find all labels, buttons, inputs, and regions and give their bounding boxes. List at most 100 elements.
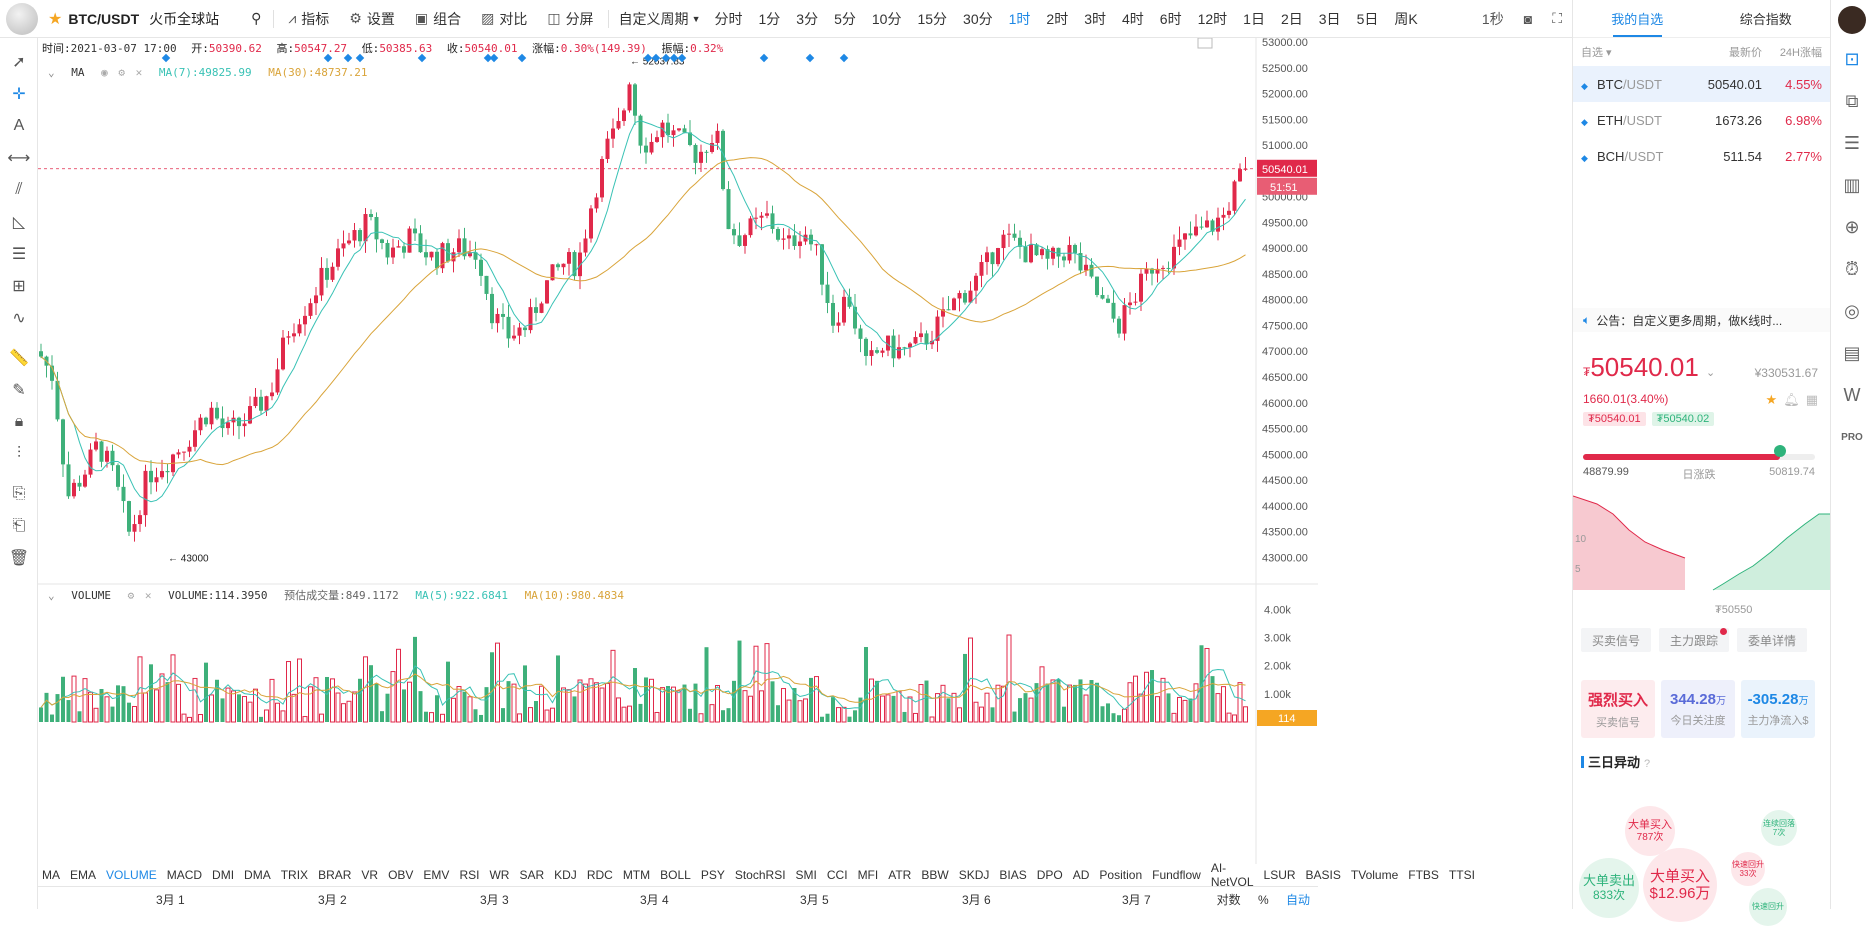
period-5[interactable]: 15分 xyxy=(909,9,955,29)
ruler-icon[interactable]: 📏 xyxy=(0,342,38,374)
indicator-tab-boll[interactable]: BOLL xyxy=(660,868,691,882)
close-icon[interactable]: ✕ xyxy=(145,589,152,602)
bookmark-icon[interactable]: ⎘ xyxy=(0,478,38,510)
indicator-tab-smi[interactable]: SMI xyxy=(796,868,817,882)
indicator-tab-kdj[interactable]: KDJ xyxy=(554,868,577,882)
indicator-tab-dmi[interactable]: DMI xyxy=(212,868,234,882)
indicator-tab-brar[interactable]: BRAR xyxy=(318,868,351,882)
split-screen-button[interactable]: ◫ 分屏 xyxy=(537,9,603,29)
indicator-tab-ttsi[interactable]: TTSI xyxy=(1449,868,1475,882)
anomaly-bubble[interactable]: 连续回落 7次 xyxy=(1761,810,1797,846)
search-icon[interactable]: ⚲ xyxy=(243,10,269,27)
calc-icon[interactable]: ▦ xyxy=(1806,392,1818,407)
trash-icon[interactable]: 🗑︎ xyxy=(0,542,38,574)
camera-icon[interactable]: ◙ xyxy=(1514,11,1542,27)
indicator-tab-rsi[interactable]: RSI xyxy=(459,868,479,882)
add-file-icon[interactable]: ⊕ xyxy=(1831,210,1872,244)
indicator-tab-position[interactable]: Position xyxy=(1099,868,1142,882)
trend-line-icon[interactable]: ⫽ xyxy=(0,174,38,206)
indicator-button[interactable]: ⩘ 指标 xyxy=(278,9,339,29)
pro-icon[interactable]: PRO xyxy=(1831,420,1872,454)
watchlist-group-select[interactable]: 自选 ▾ xyxy=(1581,44,1692,60)
pointer-icon[interactable]: ➚ xyxy=(0,46,38,78)
anomaly-bubble[interactable]: 快速回升 xyxy=(1749,888,1787,926)
stat-inflow[interactable]: -305.28万 主力净流入$ xyxy=(1741,680,1815,738)
alarm-clock-icon[interactable]: ⏰︎ xyxy=(1831,252,1872,286)
period-15[interactable]: 3日 xyxy=(1311,9,1349,29)
symbol-title[interactable]: BTC/USDT xyxy=(68,11,139,27)
indicator-tab-wr[interactable]: WR xyxy=(489,868,509,882)
period-17[interactable]: 周K xyxy=(1386,9,1425,29)
tab-main-force[interactable]: 主力跟踪 xyxy=(1659,628,1729,652)
help-icon[interactable]: ? xyxy=(1644,758,1650,770)
avatar[interactable] xyxy=(1837,6,1866,34)
tab-trade-signals[interactable]: 买卖信号 xyxy=(1581,628,1651,652)
pen-icon[interactable]: ✎ xyxy=(0,374,38,406)
column-change[interactable]: 24H涨幅 xyxy=(1762,44,1822,60)
percent-scale-button[interactable]: % xyxy=(1258,893,1269,907)
period-0[interactable]: 分时 xyxy=(706,9,750,29)
indicator-tab-stochrsi[interactable]: StochRSI xyxy=(735,868,786,882)
triangle-tool-icon[interactable]: ◺ xyxy=(0,206,38,238)
kline-chart[interactable]: 53000.00 52500.00 52000.00 51500.00 51000.00… xyxy=(38,37,1475,909)
collapse-chevron-icon[interactable]: ⌄ xyxy=(48,66,55,79)
indicator-tab-trix[interactable]: TRIX xyxy=(281,868,308,882)
collapse-chevron-icon[interactable]: ⌄ xyxy=(48,589,55,602)
custom-period-dropdown[interactable]: 自定义周期 ▼ xyxy=(613,9,707,29)
announcement-bar[interactable]: 🔈︎ 公告：自定义更多周期，做K线时... xyxy=(1573,308,1831,332)
text-tool-icon[interactable]: A xyxy=(0,110,38,142)
gear-icon[interactable]: ⚙ xyxy=(118,66,125,79)
anomaly-bubble[interactable]: 大单卖出 833次 xyxy=(1579,858,1639,918)
eye-icon[interactable]: ◉ xyxy=(101,66,108,79)
anomaly-bubble[interactable]: 快速回升 33次 xyxy=(1731,852,1765,886)
indicator-tab-cci[interactable]: CCI xyxy=(827,868,848,882)
interval-select[interactable]: 1秒 xyxy=(1472,9,1514,29)
tab-composite-index[interactable]: 综合指数 xyxy=(1702,0,1831,37)
stat-attention[interactable]: 344.28万 今日关注度 xyxy=(1661,680,1735,738)
indicator-tab-dpo[interactable]: DPO xyxy=(1037,868,1063,882)
anomaly-bubble[interactable]: 大单买入 $12.96万 xyxy=(1643,848,1717,922)
period-2[interactable]: 3分 xyxy=(788,9,826,29)
word-icon[interactable]: W xyxy=(1831,378,1872,412)
depth-chart[interactable]: 10 5 xyxy=(1573,494,1831,612)
settings-button[interactable]: ⚙ 设置 xyxy=(339,9,405,29)
period-3[interactable]: 5分 xyxy=(826,9,864,29)
watchlist-row[interactable]: ◆ ETH/USDT 1673.26 6.98% xyxy=(1573,102,1830,138)
period-13[interactable]: 1日 xyxy=(1235,9,1273,29)
period-11[interactable]: 6时 xyxy=(1152,9,1190,29)
indicator-tab-dma[interactable]: DMA xyxy=(244,868,271,882)
channel-tool-icon[interactable]: ☰ xyxy=(0,238,38,270)
indicator-tab-obv[interactable]: OBV xyxy=(388,868,413,882)
indicator-tab-ad[interactable]: AD xyxy=(1073,868,1090,882)
gear-icon[interactable]: ⚙ xyxy=(128,589,135,602)
combo-button[interactable]: ▣ 组合 xyxy=(405,9,471,29)
magnet-icon[interactable]: ⫶ xyxy=(0,438,38,470)
bar-chart-icon[interactable]: ▥ xyxy=(1831,168,1872,202)
chevron-down-icon[interactable]: ⌄ xyxy=(1706,367,1715,379)
watchlist-icon[interactable]: ⊡ xyxy=(1831,42,1872,76)
bell-icon[interactable]: 🔔︎ xyxy=(1783,392,1800,407)
indicator-tab-rdc[interactable]: RDC xyxy=(587,868,613,882)
chart-canvas[interactable]: 53000.00 52500.00 52000.00 51500.00 51000.00… xyxy=(38,37,1318,864)
period-7[interactable]: 1时 xyxy=(1001,9,1039,29)
fullscreen-icon[interactable]: ⛶ xyxy=(1542,10,1572,27)
period-6[interactable]: 30分 xyxy=(955,9,1001,29)
indicator-tab-basis[interactable]: BASIS xyxy=(1306,868,1341,882)
indicator-tab-vr[interactable]: VR xyxy=(361,868,378,882)
close-icon[interactable]: ✕ xyxy=(136,66,143,79)
auto-scale-button[interactable]: 自动 xyxy=(1286,893,1310,907)
line-tool-icon[interactable]: ⟷ xyxy=(0,142,38,174)
stat-signal[interactable]: 强烈买入 买卖信号 xyxy=(1581,680,1655,738)
lock-icon[interactable]: 🔒︎ xyxy=(0,406,38,438)
period-12[interactable]: 12时 xyxy=(1190,9,1236,29)
indicator-tab-fundflow[interactable]: Fundflow xyxy=(1152,868,1201,882)
anomaly-bubble[interactable]: 大单买入 787次 xyxy=(1625,806,1675,856)
indicator-tab-mfi[interactable]: MFI xyxy=(858,868,879,882)
indicator-tab-lsur[interactable]: LSUR xyxy=(1264,868,1296,882)
period-1[interactable]: 1分 xyxy=(750,9,788,29)
compass-icon[interactable]: ◎ xyxy=(1831,294,1872,328)
watchlist-row[interactable]: ◆ BTC/USDT 50540.01 4.55% xyxy=(1573,66,1830,102)
tab-order-details[interactable]: 委单详情 xyxy=(1737,628,1807,652)
period-8[interactable]: 2时 xyxy=(1038,9,1076,29)
tab-my-watchlist[interactable]: 我的自选 xyxy=(1573,0,1702,37)
